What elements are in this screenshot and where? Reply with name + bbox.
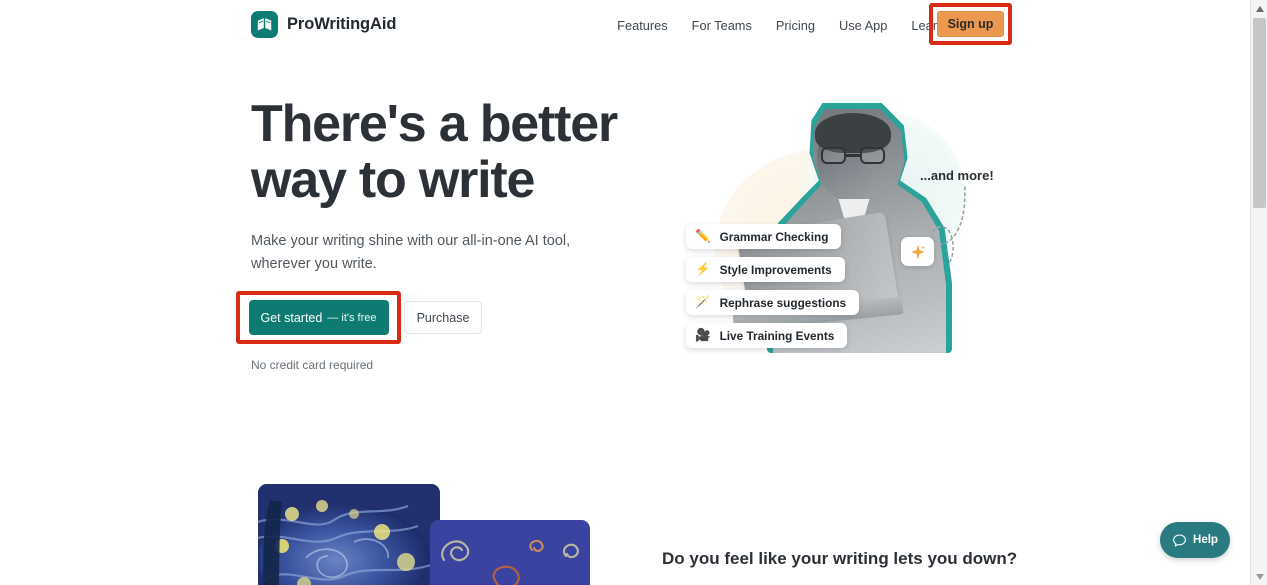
- get-started-annotation-highlight: Get started — it's free: [236, 291, 401, 344]
- magic-wand-icon: 🪄: [695, 295, 711, 310]
- glasses-bridge: [846, 154, 860, 157]
- nav-link-use-app[interactable]: Use App: [827, 12, 899, 39]
- nav-link-features[interactable]: Features: [605, 12, 680, 39]
- hero-illustration: ...and more! ✏️ Grammar Checking ⚡ Style…: [655, 95, 1055, 365]
- pencil-icon: ✏️: [695, 229, 711, 244]
- curly-arrow-icon: [932, 186, 966, 264]
- feature-pill-grammar-checking[interactable]: ✏️ Grammar Checking: [686, 224, 842, 249]
- browser-page: ProWritingAid Features For Teams Pricing…: [0, 0, 1267, 585]
- get-started-label: Get started: [260, 310, 323, 325]
- feature-pill-label: Style Improvements: [719, 262, 832, 277]
- scroll-down-arrow[interactable]: [1251, 568, 1267, 585]
- chat-bubble-icon: [1173, 533, 1186, 547]
- scroll-up-arrow[interactable]: [1251, 0, 1267, 17]
- hero-cta-row: Get started — it's free Purchase: [236, 291, 482, 344]
- sign-up-button[interactable]: Sign up: [937, 11, 1004, 37]
- lightning-icon: ⚡: [695, 262, 711, 277]
- hero-title-line-1: There's a better: [251, 95, 618, 153]
- feature-pill-rephrase-suggestions[interactable]: 🪄 Rephrase suggestions: [686, 290, 860, 315]
- hero-title-line-2: way to write: [251, 151, 535, 209]
- scrollbar-thumb[interactable]: [1253, 18, 1266, 208]
- no-credit-card-note: No credit card required: [251, 358, 374, 372]
- hero-text-block: There's a better way to write Make your …: [251, 96, 621, 276]
- blue-doodle-image-card: [430, 520, 590, 585]
- feature-pill-label: Rephrase suggestions: [719, 295, 847, 310]
- feature-pill-list: ✏️ Grammar Checking ⚡ Style Improvements…: [686, 224, 860, 348]
- starry-night-image-card: [258, 484, 440, 585]
- feature-pill-style-improvements[interactable]: ⚡ Style Improvements: [686, 257, 845, 282]
- site-header: ProWritingAid Features For Teams Pricing…: [0, 0, 1250, 50]
- brand-name: ProWritingAid: [287, 15, 397, 33]
- signup-annotation-highlight: Sign up: [929, 3, 1012, 45]
- feature-pill-label: Grammar Checking: [719, 229, 829, 244]
- nav-link-pricing[interactable]: Pricing: [764, 12, 827, 39]
- vertical-scrollbar[interactable]: [1250, 0, 1267, 585]
- feature-pill-live-training-events[interactable]: 🎥 Live Training Events: [686, 323, 848, 348]
- page-title: There's a better way to write: [251, 96, 621, 208]
- page-viewport: ProWritingAid Features For Teams Pricing…: [0, 0, 1250, 585]
- purchase-button[interactable]: Purchase: [404, 301, 482, 334]
- video-camera-icon: 🎥: [695, 328, 711, 343]
- book-logo-icon: [251, 11, 278, 38]
- nav-link-for-teams[interactable]: For Teams: [680, 12, 764, 39]
- and-more-label: ...and more!: [920, 168, 994, 183]
- glasses-icon: [821, 147, 885, 164]
- glasses-lens-right: [860, 147, 885, 164]
- glasses-lens-left: [821, 147, 846, 164]
- lower-section-heading: Do you feel like your writing lets you d…: [662, 549, 1018, 568]
- get-started-button[interactable]: Get started — it's free: [248, 300, 389, 335]
- help-widget-label: Help: [1193, 534, 1218, 546]
- brand-logo-link[interactable]: ProWritingAid: [251, 11, 396, 38]
- hero-subtitle: Make your writing shine with our all-in-…: [251, 233, 571, 272]
- feature-pill-label: Live Training Events: [719, 328, 835, 343]
- help-widget-button[interactable]: Help: [1160, 522, 1230, 558]
- get-started-free-label: — it's free: [327, 311, 377, 324]
